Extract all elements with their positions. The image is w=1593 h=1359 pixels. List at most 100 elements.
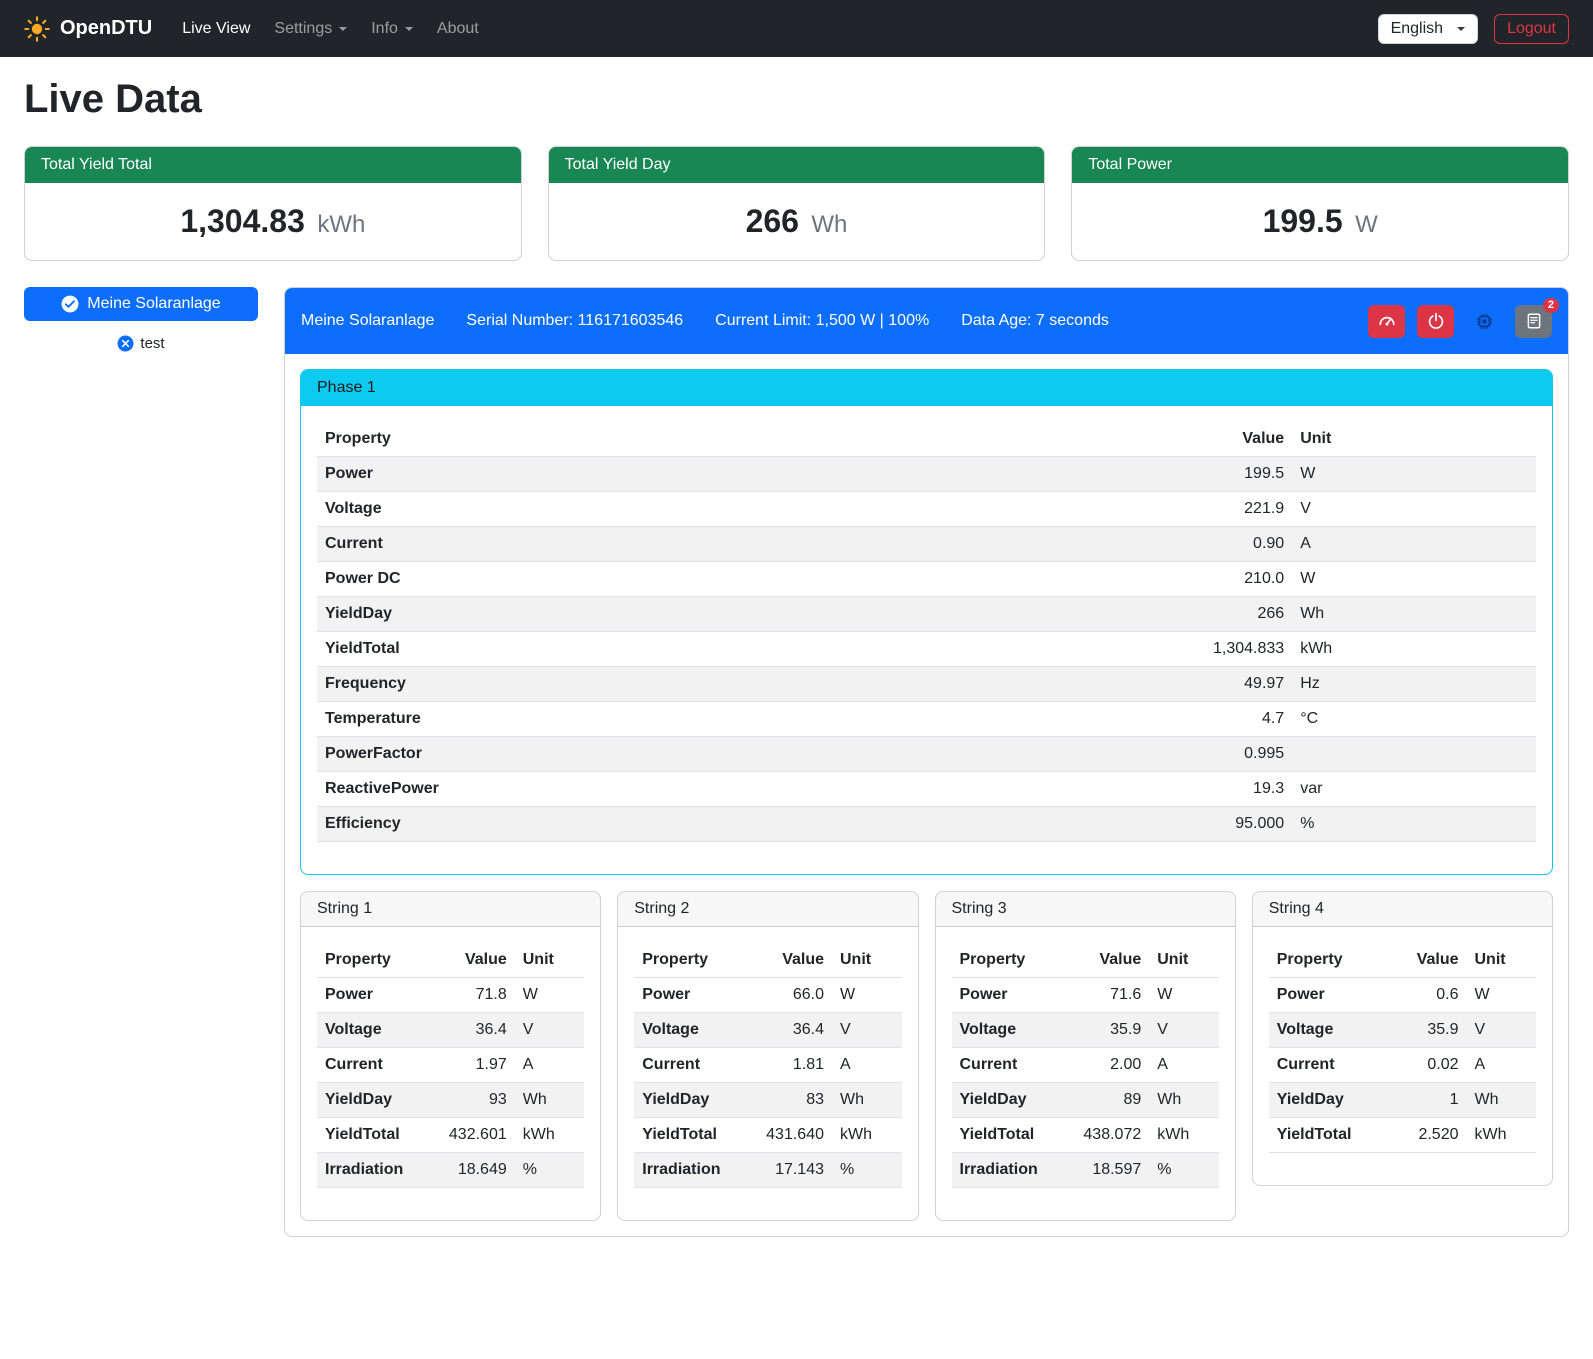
unit-cell: %: [1292, 807, 1536, 842]
brand[interactable]: OpenDTU: [24, 16, 152, 42]
page-title: Live Data: [24, 77, 1569, 122]
inverter-data-age: Data Age: 7 seconds: [961, 312, 1109, 330]
unit-cell: A: [515, 1048, 585, 1083]
property-cell: Power: [317, 457, 1097, 492]
col-header-property: Property: [317, 943, 440, 978]
sidebar-item-meine-solaranlage[interactable]: Meine Solaranlage: [24, 287, 258, 321]
nav-item-info[interactable]: Info: [361, 12, 423, 46]
summary-card-value: 199.5: [1263, 203, 1343, 239]
inverter-current-limit: Current Limit: 1,500 W | 100%: [715, 312, 929, 330]
logout-button[interactable]: Logout: [1494, 14, 1569, 44]
property-cell: Irradiation: [317, 1153, 440, 1188]
summary-card-total-power: Total Power 199.5 W: [1071, 146, 1569, 261]
value-cell: 2.520: [1392, 1118, 1467, 1153]
table-row: YieldTotal 432.601 kWh: [317, 1118, 584, 1153]
unit-cell: A: [832, 1048, 902, 1083]
col-header-value: Value: [1392, 943, 1467, 978]
sidebar-item-test[interactable]: test: [24, 335, 258, 352]
table-row: Current 1.97 A: [317, 1048, 584, 1083]
string-card-title: String 1: [301, 892, 600, 927]
navbar: OpenDTU Live View Settings Info About En…: [0, 0, 1593, 57]
col-header-value: Value: [440, 943, 515, 978]
unit-cell: W: [1467, 978, 1537, 1013]
value-cell: 210.0: [1097, 562, 1292, 597]
table-row: YieldDay 83 Wh: [634, 1083, 901, 1118]
property-cell: Efficiency: [317, 807, 1097, 842]
property-cell: YieldDay: [1269, 1083, 1392, 1118]
table-header-row: Property Value Unit: [952, 943, 1219, 978]
string-card-title: String 4: [1253, 892, 1552, 927]
property-cell: YieldTotal: [317, 632, 1097, 667]
property-cell: Current: [634, 1048, 757, 1083]
unit-cell: V: [1292, 492, 1536, 527]
language-select-value: English: [1391, 20, 1443, 38]
unit-cell: kWh: [1149, 1118, 1219, 1153]
unit-cell: Hz: [1292, 667, 1536, 702]
string-card-3: String 3 Property Value Unit: [935, 891, 1236, 1221]
value-cell: 35.9: [1074, 1013, 1149, 1048]
table-row: Voltage 36.4 V: [317, 1013, 584, 1048]
nav-item-live-view[interactable]: Live View: [172, 12, 260, 46]
table-row: Power 0.6 W: [1269, 978, 1536, 1013]
table-row: Current 2.00 A: [952, 1048, 1219, 1083]
string-table-body: Power 0.6 W Voltage 35.9 V: [1269, 978, 1536, 1153]
nav-item-about[interactable]: About: [427, 12, 489, 46]
nav-item-settings[interactable]: Settings: [264, 12, 357, 46]
table-row: Power 199.5 W: [317, 457, 1536, 492]
inverter-serial: Serial Number: 116171603546: [466, 312, 683, 330]
journal-icon: [1525, 312, 1543, 330]
table-row: Temperature 4.7 °C: [317, 702, 1536, 737]
unit-cell: W: [515, 978, 585, 1013]
sun-icon: [24, 16, 50, 42]
summary-card-unit: W: [1355, 211, 1378, 238]
inverter-card-body: Phase 1 Property Value Unit: [285, 354, 1568, 1236]
phase-panel: Phase 1 Property Value Unit: [300, 369, 1553, 875]
device-info-button[interactable]: [1466, 305, 1503, 338]
value-cell: 36.4: [757, 1013, 832, 1048]
language-select[interactable]: English: [1378, 14, 1478, 44]
power-button[interactable]: [1417, 305, 1454, 338]
event-log-button[interactable]: 2: [1515, 305, 1552, 338]
value-cell: 0.02: [1392, 1048, 1467, 1083]
string-card-4: String 4 Property Value Unit: [1252, 891, 1553, 1186]
unit-cell: Wh: [515, 1083, 585, 1118]
table-header-row: Property Value Unit: [317, 422, 1536, 457]
property-cell: Current: [1269, 1048, 1392, 1083]
summary-card-title: Total Power: [1072, 147, 1568, 183]
property-cell: ReactivePower: [317, 772, 1097, 807]
value-cell: 35.9: [1392, 1013, 1467, 1048]
phase-panel-body: Property Value Unit Power: [301, 406, 1552, 874]
value-cell: 95.000: [1097, 807, 1292, 842]
col-header-unit: Unit: [1292, 422, 1536, 457]
value-cell: 19.3: [1097, 772, 1292, 807]
property-cell: Temperature: [317, 702, 1097, 737]
property-cell: YieldDay: [317, 1083, 440, 1118]
string-card-1: String 1 Property Value Unit: [300, 891, 601, 1221]
page-container: Live Data Total Yield Total 1,304.83 kWh…: [0, 57, 1593, 1267]
nav-item-label: Live View: [182, 20, 250, 38]
unit-cell: %: [832, 1153, 902, 1188]
value-cell: 83: [757, 1083, 832, 1118]
table-row: YieldTotal 438.072 kWh: [952, 1118, 1219, 1153]
unit-cell: V: [1467, 1013, 1537, 1048]
value-cell: 71.8: [440, 978, 515, 1013]
phase-table-body: Power 199.5 W Voltage 221.9 V: [317, 457, 1536, 842]
property-cell: Power: [634, 978, 757, 1013]
unit-cell: Wh: [1467, 1083, 1537, 1118]
speedometer-icon: [1378, 312, 1396, 330]
summary-card-title: Total Yield Total: [25, 147, 521, 183]
nav-right: English Logout: [1378, 14, 1569, 44]
limit-settings-button[interactable]: [1368, 305, 1405, 338]
nav-item-label: Settings: [274, 20, 332, 38]
table-row: Power 66.0 W: [634, 978, 901, 1013]
table-row: Irradiation 18.649 %: [317, 1153, 584, 1188]
summary-card-total-yield-total: Total Yield Total 1,304.83 kWh: [24, 146, 522, 261]
table-header-row: Property Value Unit: [1269, 943, 1536, 978]
summary-card-total-yield-day: Total Yield Day 266 Wh: [548, 146, 1046, 261]
unit-cell: Wh: [832, 1083, 902, 1118]
unit-cell: A: [1467, 1048, 1537, 1083]
col-header-unit: Unit: [1467, 943, 1537, 978]
string-table: Property Value Unit Power: [634, 943, 901, 1188]
table-row: Power 71.6 W: [952, 978, 1219, 1013]
unit-cell: kWh: [1467, 1118, 1537, 1153]
